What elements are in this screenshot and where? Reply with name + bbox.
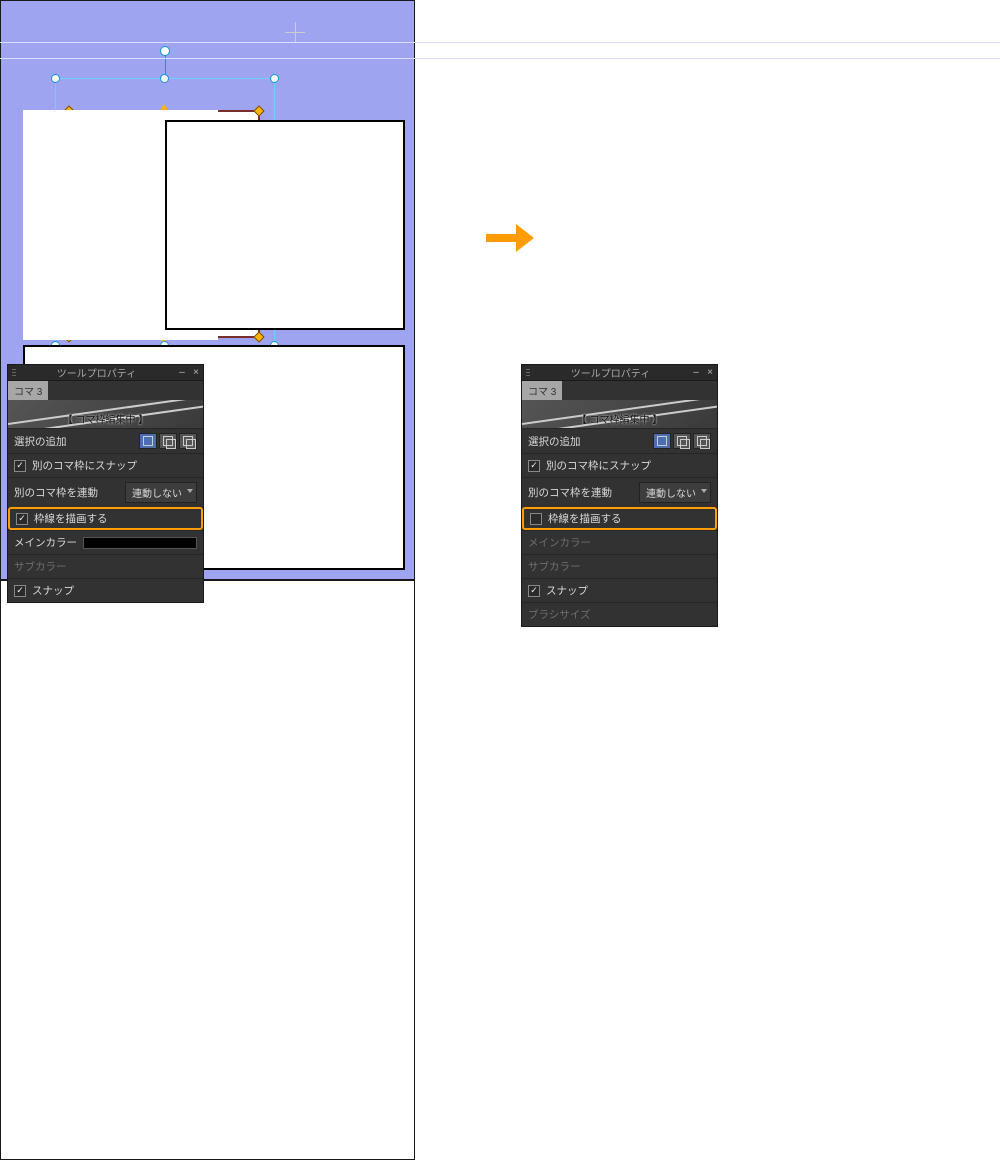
label-link-other: 別のコマ枠を連動 (528, 485, 612, 500)
label-snap-other: 別のコマ枠にスナップ (32, 458, 137, 473)
checkbox-snap[interactable] (528, 585, 540, 597)
preview-label: 【 コマ枠編集中 】 (522, 411, 717, 426)
row-brush-size: ブラシサイズ (522, 602, 717, 626)
mode-add-button[interactable] (159, 433, 177, 449)
row-draw-border[interactable]: 枠線を描画する (522, 507, 717, 530)
row-snap-other[interactable]: 別のコマ枠にスナップ (8, 453, 203, 477)
preview-label: 【 コマ枠編集中 】 (8, 411, 203, 426)
label-main-color: メインカラー (528, 535, 591, 550)
row-sub-color: サブカラー (522, 554, 717, 578)
tool-property-panel: ツールプロパティ – × コマ 3 【 コマ枠編集中 】 選択の追加 別のコマ枠… (522, 365, 717, 626)
label-draw-border: 枠線を描画する (34, 511, 108, 526)
row-snap[interactable]: スナップ (8, 578, 203, 602)
checkbox-draw-border[interactable] (530, 513, 542, 525)
mode-new-button[interactable] (139, 433, 157, 449)
label-selection-add: 選択の追加 (14, 434, 67, 449)
canvas-after[interactable] (0, 580, 415, 1160)
label-link-other: 別のコマ枠を連動 (14, 485, 98, 500)
row-sub-color: サブカラー (8, 554, 203, 578)
select-link-other[interactable]: 連動しない (639, 482, 711, 503)
tool-preview: 【 コマ枠編集中 】 (8, 400, 203, 428)
label-snap: スナップ (32, 583, 74, 598)
panel-frame[interactable] (165, 120, 405, 330)
guide-line (0, 42, 1000, 43)
label-sub-color: サブカラー (14, 559, 67, 574)
minimize-icon[interactable]: – (689, 366, 703, 380)
tool-tab[interactable]: コマ 3 (522, 381, 562, 400)
row-selection-add: 選択の追加 (522, 428, 717, 453)
row-snap-other[interactable]: 別のコマ枠にスナップ (522, 453, 717, 477)
select-link-other[interactable]: 連動しない (125, 482, 197, 503)
panel-title: ツールプロパティ (532, 365, 689, 380)
close-icon[interactable]: × (189, 366, 203, 380)
close-icon[interactable]: × (703, 366, 717, 380)
row-draw-border[interactable]: 枠線を描画する (8, 507, 203, 530)
tool-preview: 【 コマ枠編集中 】 (522, 400, 717, 428)
rotation-handle[interactable] (160, 46, 170, 56)
panel-titlebar[interactable]: ツールプロパティ – × (522, 365, 717, 381)
drag-grip-icon[interactable] (522, 369, 532, 376)
label-draw-border: 枠線を描画する (548, 511, 622, 526)
tool-tab[interactable]: コマ 3 (8, 381, 48, 400)
tool-property-panel: ツールプロパティ – × コマ 3 【 コマ枠編集中 】 選択の追加 別のコマ枠… (8, 365, 203, 602)
label-sub-color: サブカラー (528, 559, 581, 574)
drag-grip-icon[interactable] (8, 369, 18, 376)
row-link-other: 別のコマ枠を連動 連動しない (8, 477, 203, 507)
main-color-swatch[interactable] (83, 537, 197, 549)
row-main-color: メインカラー (522, 530, 717, 554)
mode-add-button[interactable] (673, 433, 691, 449)
mode-sub-button[interactable] (693, 433, 711, 449)
resize-handle[interactable] (51, 74, 60, 83)
checkbox-snap-other[interactable] (528, 460, 540, 472)
panel-title: ツールプロパティ (18, 365, 175, 380)
crop-mark (295, 22, 296, 42)
row-main-color[interactable]: メインカラー (8, 530, 203, 554)
guide-line (0, 58, 1000, 59)
row-selection-add: 選択の追加 (8, 428, 203, 453)
label-selection-add: 選択の追加 (528, 434, 581, 449)
resize-handle[interactable] (160, 74, 169, 83)
checkbox-draw-border[interactable] (16, 513, 28, 525)
mode-sub-button[interactable] (179, 433, 197, 449)
label-snap: スナップ (546, 583, 588, 598)
arrow-icon (486, 218, 536, 258)
row-snap[interactable]: スナップ (522, 578, 717, 602)
minimize-icon[interactable]: – (175, 366, 189, 380)
mode-new-button[interactable] (653, 433, 671, 449)
label-snap-other: 別のコマ枠にスナップ (546, 458, 651, 473)
label-brush-size: ブラシサイズ (528, 607, 590, 622)
checkbox-snap-other[interactable] (14, 460, 26, 472)
checkbox-snap[interactable] (14, 585, 26, 597)
panel-titlebar[interactable]: ツールプロパティ – × (8, 365, 203, 381)
label-main-color: メインカラー (14, 535, 77, 550)
row-link-other: 別のコマ枠を連動 連動しない (522, 477, 717, 507)
resize-handle[interactable] (270, 74, 279, 83)
